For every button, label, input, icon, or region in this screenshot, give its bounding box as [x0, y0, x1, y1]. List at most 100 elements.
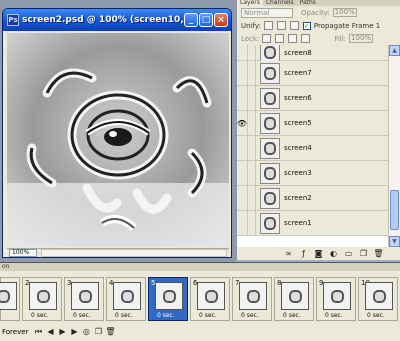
photoshop-workspace: Ps screen2.psd @ 100% (screen10, RGB/8) … — [0, 0, 400, 341]
photoshop-doc-icon: Ps — [7, 14, 19, 26]
layer-row-screen3[interactable]: screen3 — [237, 161, 389, 186]
visibility-toggle[interactable] — [237, 86, 248, 110]
layer-list: screen8 screen7 screen6 👁 screen5 screen… — [237, 45, 389, 247]
visibility-toggle[interactable] — [237, 161, 248, 185]
minimize-button[interactable]: _ — [184, 13, 198, 27]
frame-thumbnail — [197, 282, 225, 310]
lock-transparency-icon[interactable] — [262, 34, 272, 43]
new-layer-icon[interactable]: ❐ — [358, 249, 369, 258]
new-fill-layer-icon[interactable]: ◐ — [328, 249, 339, 258]
frame-thumbnail — [29, 282, 57, 310]
animation-frame[interactable]: 4 0 sec. — [106, 277, 146, 321]
document-window[interactable]: Ps screen2.psd @ 100% (screen10, RGB/8) … — [2, 8, 232, 258]
link-cell — [248, 136, 256, 160]
frame-delay[interactable]: 0 sec. — [283, 312, 301, 319]
animation-palette: on 2 0 sec. 3 0 sec. 4 0 sec. 5 0 sec. 6… — [0, 262, 400, 341]
frame-delay[interactable]: 0 sec. — [157, 312, 175, 319]
document-title-bar[interactable]: Ps screen2.psd @ 100% (screen10, RGB/8) … — [3, 9, 231, 31]
tab-paths[interactable]: Paths — [297, 0, 319, 6]
frame-delay[interactable]: 0 sec. — [325, 312, 343, 319]
next-frame-icon[interactable]: ▶ — [69, 327, 79, 337]
frame-delay[interactable]: 0 sec. — [199, 312, 217, 319]
layer-row-screen6[interactable]: screen6 — [237, 86, 389, 111]
visibility-toggle[interactable] — [237, 186, 248, 210]
animation-frame[interactable]: 8 0 sec. — [274, 277, 314, 321]
eye-icon[interactable]: 👁 — [237, 111, 248, 135]
frame-thumbnail — [281, 282, 309, 310]
trash-icon[interactable]: 🗑 — [373, 249, 384, 258]
lock-all-icon[interactable] — [301, 34, 311, 43]
layer-thumbnail — [260, 137, 280, 159]
visibility-toggle[interactable] — [237, 45, 248, 60]
layer-row-screen2[interactable]: screen2 — [237, 186, 389, 211]
frame-thumbnail — [71, 282, 99, 310]
play-icon[interactable]: ▶ — [57, 327, 67, 337]
layer-row-screen4[interactable]: screen4 — [237, 136, 389, 161]
lock-brush-icon[interactable] — [275, 34, 285, 43]
frame-delay[interactable]: 0 sec. — [115, 312, 133, 319]
delete-frame-icon[interactable]: 🗑 — [105, 327, 115, 337]
layers-scrollbar[interactable]: ▲ ▼ — [388, 45, 400, 247]
lock-move-icon[interactable] — [288, 34, 298, 43]
visibility-toggle[interactable] — [237, 61, 248, 85]
unify-row: Unify: ✓ Propagate Frame 1 — [237, 19, 400, 32]
link-cell — [248, 186, 256, 210]
animation-frame[interactable]: 2 0 sec. — [22, 277, 62, 321]
layer-name: screen4 — [284, 144, 312, 152]
animation-tab[interactable]: on — [0, 263, 400, 271]
propagate-label: Propagate Frame 1 — [313, 21, 381, 30]
animation-controls: Forever ⏮ ◀ ▶ ▶ ◎ ❐ 🗑 — [0, 325, 400, 339]
blend-mode-select[interactable]: Normal — [241, 7, 293, 18]
unify-style-icon[interactable] — [289, 21, 299, 30]
unify-visibility-icon[interactable] — [276, 21, 286, 30]
layer-row-screen8[interactable]: screen8 — [237, 45, 389, 63]
layer-name: screen2 — [284, 194, 312, 202]
layer-name: screen7 — [284, 69, 312, 77]
animation-frame-selected[interactable]: 5 0 sec. — [148, 277, 188, 321]
link-cell — [248, 111, 256, 135]
first-frame-icon[interactable]: ⏮ — [33, 327, 43, 337]
unify-position-icon[interactable] — [263, 21, 273, 30]
animation-frame[interactable]: 3 0 sec. — [64, 277, 104, 321]
scroll-thumb[interactable] — [390, 190, 399, 230]
duplicate-frame-icon[interactable]: ❐ — [93, 327, 103, 337]
propagate-checkbox[interactable]: ✓ — [302, 21, 311, 30]
layer-row-screen7[interactable]: screen7 — [237, 61, 389, 86]
layer-mask-icon[interactable]: ◙ — [313, 249, 324, 258]
opacity-label: Opacity: — [301, 8, 330, 17]
scroll-down-arrow-icon[interactable]: ▼ — [389, 236, 400, 247]
tween-icon[interactable]: ◎ — [81, 327, 91, 337]
animation-frame[interactable]: 7 0 sec. — [232, 277, 272, 321]
animation-frame[interactable]: 6 0 sec. — [190, 277, 230, 321]
tab-channels[interactable]: Channels — [263, 0, 297, 6]
layer-row-screen5[interactable]: 👁 screen5 — [237, 111, 389, 136]
horizontal-scrollbar[interactable] — [41, 249, 227, 257]
link-layers-icon[interactable]: ∞ — [283, 249, 294, 258]
close-button[interactable]: × — [214, 13, 228, 27]
tab-layers[interactable]: Layers — [237, 0, 263, 6]
maximize-button[interactable]: □ — [199, 13, 213, 27]
loop-select[interactable]: Forever — [2, 328, 28, 336]
frame-delay[interactable]: 0 sec. — [73, 312, 91, 319]
animation-frame[interactable]: 9 0 sec. — [316, 277, 356, 321]
frame-delay[interactable]: 0 sec. — [31, 312, 49, 319]
fill-field[interactable]: 100% — [349, 34, 374, 43]
visibility-toggle[interactable] — [237, 211, 248, 235]
layer-name: screen1 — [284, 219, 312, 227]
layer-name: screen5 — [284, 119, 312, 127]
layer-row-screen1[interactable]: screen1 — [237, 211, 389, 236]
frame-delay[interactable]: 0 sec. — [241, 312, 259, 319]
animation-frame[interactable]: 10 0 sec. — [358, 277, 398, 321]
new-group-icon[interactable]: ▭ — [343, 249, 354, 258]
previous-frame-icon[interactable]: ◀ — [45, 327, 55, 337]
link-cell — [248, 211, 256, 235]
scroll-up-arrow-icon[interactable]: ▲ — [389, 45, 400, 56]
animation-frame[interactable] — [0, 277, 20, 321]
visibility-toggle[interactable] — [237, 136, 248, 160]
frame-delay[interactable]: 0 sec. — [367, 312, 385, 319]
opacity-field[interactable]: 100% — [332, 8, 357, 17]
layer-style-icon[interactable]: ƒ — [298, 249, 309, 258]
zoom-field[interactable]: 100% — [9, 249, 37, 257]
image-canvas[interactable] — [7, 33, 229, 247]
frame-thumbnail — [323, 282, 351, 310]
